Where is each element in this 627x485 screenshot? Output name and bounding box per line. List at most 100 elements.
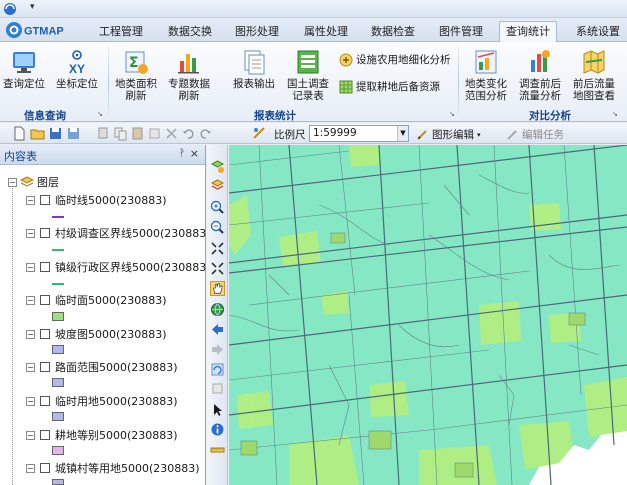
layer-visibility-checkbox[interactable]: [40, 295, 50, 305]
collapse-icon[interactable]: −: [8, 177, 17, 187]
save-as-icon[interactable]: [66, 126, 81, 141]
tab-project[interactable]: 工程管理: [97, 23, 145, 42]
tree-root-layers[interactable]: − 图层: [8, 174, 59, 190]
layer-add-icon[interactable]: [210, 159, 225, 174]
layer-item[interactable]: − 村级调查区界线5000(230883): [26, 225, 211, 241]
save-icon[interactable]: [48, 126, 63, 141]
map-canvas[interactable]: [229, 145, 627, 485]
pan-hand-icon[interactable]: [210, 281, 225, 296]
select-arrow-icon[interactable]: [210, 402, 225, 417]
flow-analysis-button[interactable]: 调查前后 流量分析: [515, 48, 565, 102]
toc-panel-title: 内容表: [4, 150, 37, 163]
collapse-icon[interactable]: −: [26, 430, 35, 440]
tab-attributes[interactable]: 属性处理: [302, 23, 350, 42]
close-icon[interactable]: ×: [190, 147, 199, 160]
app-icon[interactable]: [3, 2, 17, 16]
flow-map-view-button[interactable]: 前后流量 地图查看: [569, 48, 619, 102]
layer-visibility-checkbox[interactable]: [40, 430, 50, 440]
coord-locate-button[interactable]: XY 坐标定位: [52, 48, 102, 90]
paste-special-icon[interactable]: [147, 126, 162, 141]
chevron-down-icon[interactable]: ▼: [397, 126, 408, 141]
layer-item[interactable]: − 耕地等别5000(230883): [26, 427, 178, 443]
tab-query-stats[interactable]: 查询统计: [499, 21, 557, 43]
tab-map-doc[interactable]: 图件管理: [437, 23, 485, 42]
query-locate-button[interactable]: 查询定位: [2, 48, 46, 90]
layer-item[interactable]: − 坡度图5000(230883): [26, 326, 167, 342]
legend-line-symbol: [52, 283, 64, 285]
layer-stack-icon[interactable]: [210, 178, 225, 193]
info-query-launcher-icon[interactable]: ↘: [97, 110, 105, 118]
collapse-icon[interactable]: −: [26, 262, 35, 272]
back-arrow-icon[interactable]: [210, 322, 225, 337]
zoom-out-icon[interactable]: [210, 220, 225, 235]
facility-analysis-icon: [339, 53, 353, 66]
graph-edit-icon: [417, 130, 427, 140]
tab-data-exchange[interactable]: 数据交换: [166, 23, 214, 42]
zoom-in-icon[interactable]: [210, 200, 225, 215]
layer-visibility-checkbox[interactable]: [40, 362, 50, 372]
survey-table-icon: [297, 50, 319, 74]
collapse-icon[interactable]: −: [26, 362, 35, 372]
tab-data-check[interactable]: 数据检查: [369, 23, 417, 42]
collapse-icon[interactable]: −: [26, 396, 35, 406]
collapse-icon[interactable]: −: [26, 463, 35, 473]
layer-item[interactable]: − 临时线5000(230883): [26, 192, 167, 208]
pin-icon[interactable]: ᚹ: [179, 148, 185, 159]
collapse-icon[interactable]: −: [26, 329, 35, 339]
layer-item[interactable]: − 临时用地5000(230883): [26, 393, 178, 409]
collapse-icon[interactable]: −: [26, 295, 35, 305]
report-stats-launcher-icon[interactable]: ↘: [449, 110, 457, 118]
quick-access-dropdown-icon[interactable]: ▾: [30, 2, 35, 12]
topic-data-refresh-button[interactable]: 专题数据 刷新: [165, 48, 213, 102]
layer-name: 临时线5000(230883): [55, 194, 167, 207]
standard-toolbar: 比例尺 1:59999 ▼ 图形编辑 ▾ 编辑任务: [0, 123, 627, 144]
cut-icon[interactable]: [96, 126, 111, 141]
landclass-change-analysis-button[interactable]: 地类变化 范围分析: [462, 48, 510, 102]
delete-icon[interactable]: [164, 126, 179, 141]
scale-value: 1:59999: [313, 127, 357, 139]
flow-map-label-2: 地图查看: [573, 90, 615, 102]
graph-edit-dropdown[interactable]: 图形编辑 ▾: [416, 127, 481, 142]
refresh-map-icon[interactable]: [210, 362, 225, 377]
edit-task-button[interactable]: 编辑任务: [506, 127, 564, 142]
layer-item[interactable]: − 路面范围5000(230883): [26, 359, 178, 375]
flow-analysis-icon: [531, 50, 550, 72]
zoom-fixed-icon[interactable]: [210, 261, 225, 276]
paste-icon[interactable]: [130, 126, 145, 141]
globe-icon[interactable]: [210, 302, 225, 317]
tab-settings[interactable]: 系统设置: [574, 23, 622, 42]
extract-reserve-button[interactable]: 提取耕地后备资源: [339, 79, 440, 94]
layer-visibility-checkbox[interactable]: [40, 463, 50, 473]
layer-item[interactable]: − 城镇村等用地5000(230883): [26, 460, 200, 476]
land-survey-record-button[interactable]: 国土调查 记录表: [284, 48, 332, 102]
legend-fill-symbol: [52, 479, 64, 485]
new-file-icon[interactable]: [12, 126, 27, 141]
zoom-full-extent-icon[interactable]: [210, 241, 225, 256]
layer-item[interactable]: − 镇级行政区界线5000(230883): [26, 259, 211, 275]
undo-icon[interactable]: [181, 126, 196, 141]
measure-icon[interactable]: [210, 442, 225, 457]
redo-icon[interactable]: [198, 126, 213, 141]
layer-visibility-checkbox[interactable]: [40, 329, 50, 339]
collapse-icon[interactable]: −: [26, 228, 35, 238]
tab-graphics[interactable]: 图形处理: [233, 23, 281, 42]
layer-visibility-checkbox[interactable]: [40, 195, 50, 205]
layer-visibility-checkbox[interactable]: [40, 228, 50, 238]
map-parcels-svg[interactable]: [229, 145, 627, 485]
info-icon[interactable]: [210, 422, 225, 437]
query-locate-label: 查询定位: [3, 78, 45, 90]
open-folder-icon[interactable]: [30, 126, 45, 141]
layer-visibility-checkbox[interactable]: [40, 262, 50, 272]
collapse-icon[interactable]: −: [26, 195, 35, 205]
forward-arrow-icon[interactable]: [210, 342, 225, 357]
copy-icon[interactable]: [113, 126, 128, 141]
report-output-button[interactable]: 报表输出: [231, 48, 277, 90]
scale-combobox[interactable]: 1:59999 ▼: [309, 125, 409, 142]
topic-data-refresh-label-1: 专题数据: [168, 78, 210, 90]
clear-icon[interactable]: [210, 381, 225, 396]
layer-visibility-checkbox[interactable]: [40, 396, 50, 406]
layer-item[interactable]: − 临时面5000(230883): [26, 292, 167, 308]
landclass-area-refresh-button[interactable]: Σ 地类面积 刷新: [112, 48, 160, 102]
compare-analysis-launcher-icon[interactable]: ↘: [612, 110, 620, 118]
facility-landuse-analysis-button[interactable]: 设施农用地细化分析: [339, 52, 451, 67]
